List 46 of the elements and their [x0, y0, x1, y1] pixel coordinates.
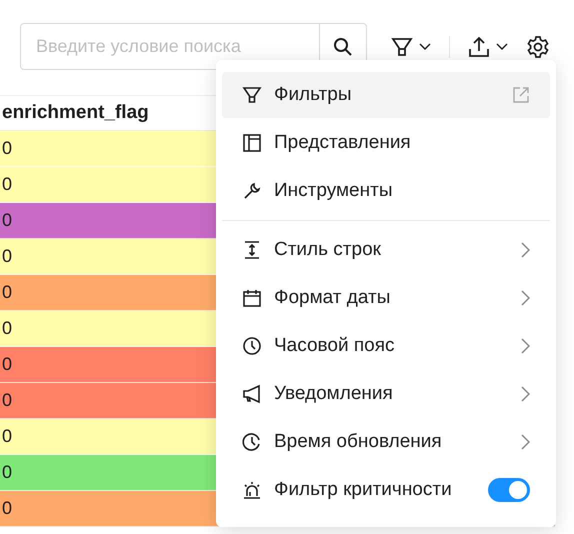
table-cell-text: 0: [1, 497, 12, 520]
menu-item-label: Фильтр критичности: [274, 478, 453, 502]
megaphone-icon: [242, 384, 262, 404]
table-cell-text: 0: [1, 173, 12, 196]
wrench-icon: [242, 181, 262, 201]
menu-item-label: Инструменты: [274, 178, 394, 203]
table-cell-text: 0: [1, 245, 12, 268]
layout-icon: [242, 133, 262, 153]
funnel-icon: [391, 36, 413, 58]
table-cell-text: 0: [1, 461, 12, 484]
menu-item[interactable]: Фильтры: [222, 72, 550, 118]
clock-icon: [242, 336, 262, 356]
siren-icon: [242, 480, 262, 500]
chevron-right-icon: [521, 290, 530, 306]
menu-item-label: Время обновления: [274, 430, 443, 454]
search-input[interactable]: Введите условие поиска: [21, 24, 319, 69]
table-cell-text: 0: [1, 209, 12, 232]
menu-item-label: Представления: [274, 130, 412, 155]
funnel-icon: [242, 85, 262, 105]
table-cell-text: 0: [1, 425, 12, 448]
menu-item-label: Уведомления: [274, 382, 394, 406]
row-height-icon: [242, 240, 262, 260]
chevron-right-icon: [521, 338, 530, 354]
calendar-icon: [242, 288, 262, 308]
table-cell-text: 0: [1, 389, 12, 412]
upload-icon: [468, 36, 490, 58]
chevron-right-icon: [521, 242, 530, 258]
search-field[interactable]: Введите условие поиска: [20, 23, 367, 70]
chevron-down-icon: [496, 42, 508, 50]
toggle-switch[interactable]: [488, 478, 530, 502]
column-header: enrichment_flag: [1, 100, 149, 125]
settings-icon: [526, 34, 550, 58]
chevron-right-icon: [521, 434, 530, 450]
chevron-down-icon: [419, 42, 431, 50]
table-cell-text: 0: [1, 281, 12, 304]
table-cell-text: 0: [1, 137, 12, 160]
menu-item-label: Формат даты: [274, 286, 392, 310]
search-icon: [333, 36, 353, 56]
table-cell-text: 0: [1, 317, 12, 340]
chevron-right-icon: [521, 386, 530, 402]
menu-item-label: Часовой пояс: [274, 334, 396, 358]
menu-item-label: Стиль строк: [274, 238, 382, 262]
table-cell-text: 0: [1, 353, 12, 376]
clock-refresh-icon: [242, 432, 262, 452]
external-link-icon: [512, 86, 530, 104]
menu-item-label: Фильтры: [274, 82, 352, 107]
